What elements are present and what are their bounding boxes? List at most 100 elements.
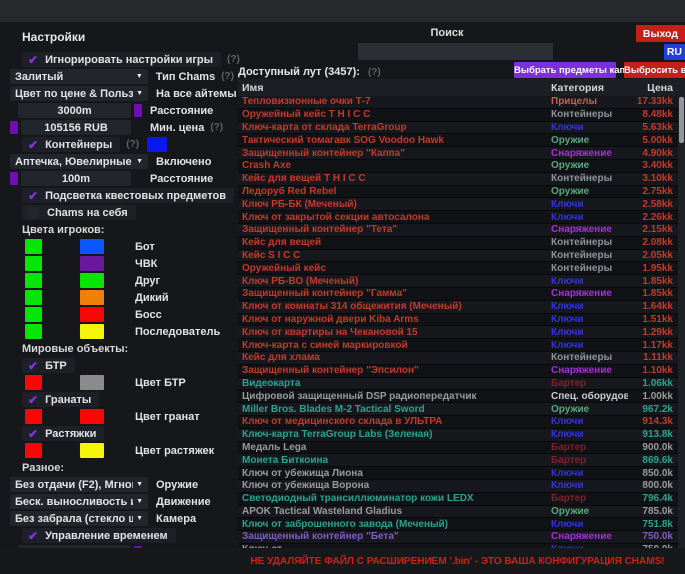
table-row[interactable]: Защищенный контейнер "Бета"Снаряжение750… <box>238 531 685 544</box>
table-row[interactable]: Кейс для вещей T H I C CКонтейнеры3.10kk <box>238 173 685 186</box>
help-hint[interactable]: (?) <box>210 122 223 133</box>
text-input[interactable] <box>18 103 131 118</box>
table-row[interactable]: Тактический томагавк SOG Voodoo HawkОруж… <box>238 134 685 147</box>
table-row[interactable]: Ключ от наружной двери Kiba ArmsКлючи1.5… <box>238 314 685 327</box>
color-swatch-primary[interactable] <box>25 256 42 271</box>
table-row[interactable]: Оружейный кейсКонтейнеры1.95kk <box>238 262 685 275</box>
checkmark-icon[interactable]: ✔ <box>28 428 38 440</box>
table-row[interactable]: Crash AxeОружие3.40kk <box>238 160 685 173</box>
checkbox-row[interactable]: ✔Гранаты <box>22 392 99 407</box>
table-row[interactable]: Ключ-карта TerraGroup Labs (Зеленая)Ключ… <box>238 429 685 442</box>
table-row[interactable]: Цифровой защищенный DSP радиопередатчикС… <box>238 390 685 403</box>
table-row[interactable]: Медаль LegaБартер900.0k <box>238 442 685 455</box>
scrollbar[interactable] <box>678 96 685 548</box>
checkmark-icon[interactable]: ✔ <box>28 360 38 372</box>
checkbox-row[interactable]: ✔Растяжки <box>22 426 104 441</box>
table-row[interactable]: Светодиодный трансиллюминатор кожи LEDXБ… <box>238 493 685 506</box>
checkbox-row[interactable]: ✔БТР <box>22 358 75 373</box>
table-row[interactable]: Ключ от закрытой секции автосалонаКлючи2… <box>238 211 685 224</box>
table-row[interactable]: Монета БиткоинаБартер869.6k <box>238 454 685 467</box>
help-hint[interactable]: (?) <box>368 67 381 78</box>
drop-all-button[interactable]: Выбросить все <box>624 62 685 78</box>
table-row[interactable]: Ключ от квартиры на Чекановой 15Ключи1.2… <box>238 326 685 339</box>
dropdown[interactable]: Беск. выносливость и нет уста▼ <box>10 494 148 509</box>
checkmark-icon[interactable]: ✔ <box>28 530 38 542</box>
column-header-name[interactable]: Имя <box>238 82 551 94</box>
dropdown[interactable]: Цвет по цене & Пользователь▼ <box>10 86 148 101</box>
table-row[interactable]: Ледоруб Red RebelОружие2.75kk <box>238 186 685 199</box>
color-swatch-primary[interactable] <box>25 307 42 322</box>
table-row[interactable]: Ключ от убежища ВоронаКлючи800.0k <box>238 480 685 493</box>
table-row[interactable]: Miller Bros. Blades M-2 Tactical SwordОр… <box>238 403 685 416</box>
dropdown[interactable]: Аптечка, Ювелирные и...▼ <box>10 154 148 169</box>
table-row[interactable]: APOK Tactical Wasteland GladiusОружие785… <box>238 506 685 519</box>
table-row[interactable]: Ключ РБ-ВО (Меченый)Ключи1.85kk <box>238 275 685 288</box>
table-row[interactable]: Защищенный контейнер "Гамма"Снаряжение1.… <box>238 288 685 301</box>
exit-button[interactable]: Выход <box>636 25 685 42</box>
table-row[interactable]: Ключ от убежища ЛионаКлючи850.0k <box>238 467 685 480</box>
color-swatch-secondary[interactable] <box>80 256 104 271</box>
window-titlebar[interactable] <box>0 0 685 22</box>
color-swatch[interactable] <box>10 172 18 185</box>
table-row[interactable]: Ключ от комнаты 314 общежития (Меченый)К… <box>238 301 685 314</box>
chevron-down-icon: ▼ <box>136 158 143 165</box>
settings-row: Друг <box>8 272 234 289</box>
search-input[interactable] <box>358 43 553 60</box>
scrollbar-thumb[interactable] <box>679 97 684 143</box>
table-row[interactable]: ВидеокартаБартер1.06kk <box>238 378 685 391</box>
color-swatch-primary[interactable] <box>25 375 42 390</box>
table-row[interactable]: Оружейный кейс T H I C CКонтейнеры8.48kk <box>238 109 685 122</box>
table-row[interactable]: Кейс для вещейКонтейнеры2.08kk <box>238 237 685 250</box>
checkbox-row[interactable]: ✔Подсветка квестовых предметов <box>22 188 234 203</box>
color-swatch-secondary[interactable] <box>80 324 104 339</box>
color-swatch-secondary[interactable] <box>80 307 104 322</box>
checkbox-row[interactable]: ✔Управление временем <box>22 528 176 543</box>
table-row[interactable]: Ключ от заброшенного завода (Меченый)Клю… <box>238 518 685 531</box>
color-swatch-primary[interactable] <box>25 273 42 288</box>
color-swatch-primary[interactable] <box>25 290 42 305</box>
table-row[interactable]: Ключ от медицинского склада в УЛЬТРАКлюч… <box>238 416 685 429</box>
select-kappa-items-button[interactable]: Выбрать предметы каппа <box>514 62 616 78</box>
table-row[interactable]: Ключ-карта от склада TerraGroupКлючи5.63… <box>238 122 685 135</box>
table-row[interactable]: Кейс S I C CКонтейнеры2.05kk <box>238 250 685 263</box>
column-header-category[interactable]: Категория <box>551 82 628 94</box>
language-button[interactable]: RU <box>664 44 685 60</box>
checkbox-row[interactable]: ✔Контейнеры <box>22 137 120 152</box>
table-row[interactable]: Защищенный контейнер "Тета"Снаряжение2.1… <box>238 224 685 237</box>
dropdown[interactable]: Без забрала (стекло шлема)▼ <box>10 511 148 526</box>
table-row[interactable]: Ключ-карта с синей маркировкойКлючи1.17k… <box>238 339 685 352</box>
color-swatch[interactable] <box>147 137 167 152</box>
dropdown[interactable]: Залитый▼ <box>10 69 148 84</box>
color-swatch[interactable] <box>10 121 18 134</box>
color-swatch-secondary[interactable] <box>80 409 104 424</box>
checkmark-icon[interactable]: ✔ <box>28 190 38 202</box>
color-swatch-secondary[interactable] <box>80 290 104 305</box>
checkmark-icon[interactable]: ✔ <box>28 139 38 151</box>
table-row[interactable]: Защищенный контейнер "Эпсилон"Снаряжение… <box>238 365 685 378</box>
column-header-price[interactable]: Цена <box>628 82 673 94</box>
checkmark-icon[interactable]: ✔ <box>28 394 38 406</box>
color-swatch-secondary[interactable] <box>80 375 104 390</box>
text-input[interactable] <box>21 171 131 186</box>
text-input[interactable] <box>21 120 131 135</box>
checkbox-unchecked[interactable] <box>28 207 39 218</box>
color-swatch-secondary[interactable] <box>80 273 104 288</box>
checkbox-row[interactable]: ✔Игнорировать настройки игры <box>22 52 221 67</box>
color-swatch-primary[interactable] <box>25 409 42 424</box>
dropdown[interactable]: Без отдачи (F2), Мгновенное п▼ <box>10 477 148 492</box>
dropdown-label: Включено <box>156 156 211 168</box>
help-hint[interactable]: (?) <box>126 139 139 150</box>
table-row[interactable]: Ключ РБ-БК (Меченый)Ключи2.58kk <box>238 198 685 211</box>
table-row[interactable]: Защищенный контейнер "Каппа"Снаряжение4.… <box>238 147 685 160</box>
color-swatch-primary[interactable] <box>25 239 42 254</box>
table-row[interactable]: Кейс для хламаКонтейнеры1.11kk <box>238 352 685 365</box>
color-swatch-secondary[interactable] <box>80 443 104 458</box>
table-row[interactable]: Тепловизионные очки Т-7Прицелы17.33kk <box>238 96 685 109</box>
checkbox-row[interactable]: Chams на себя <box>22 205 136 220</box>
checkmark-icon[interactable]: ✔ <box>28 54 38 66</box>
color-swatch[interactable] <box>134 104 142 117</box>
color-swatch-primary[interactable] <box>25 443 42 458</box>
color-swatch-primary[interactable] <box>25 324 42 339</box>
color-swatch-secondary[interactable] <box>80 239 104 254</box>
help-hint[interactable]: (?) <box>221 71 234 82</box>
